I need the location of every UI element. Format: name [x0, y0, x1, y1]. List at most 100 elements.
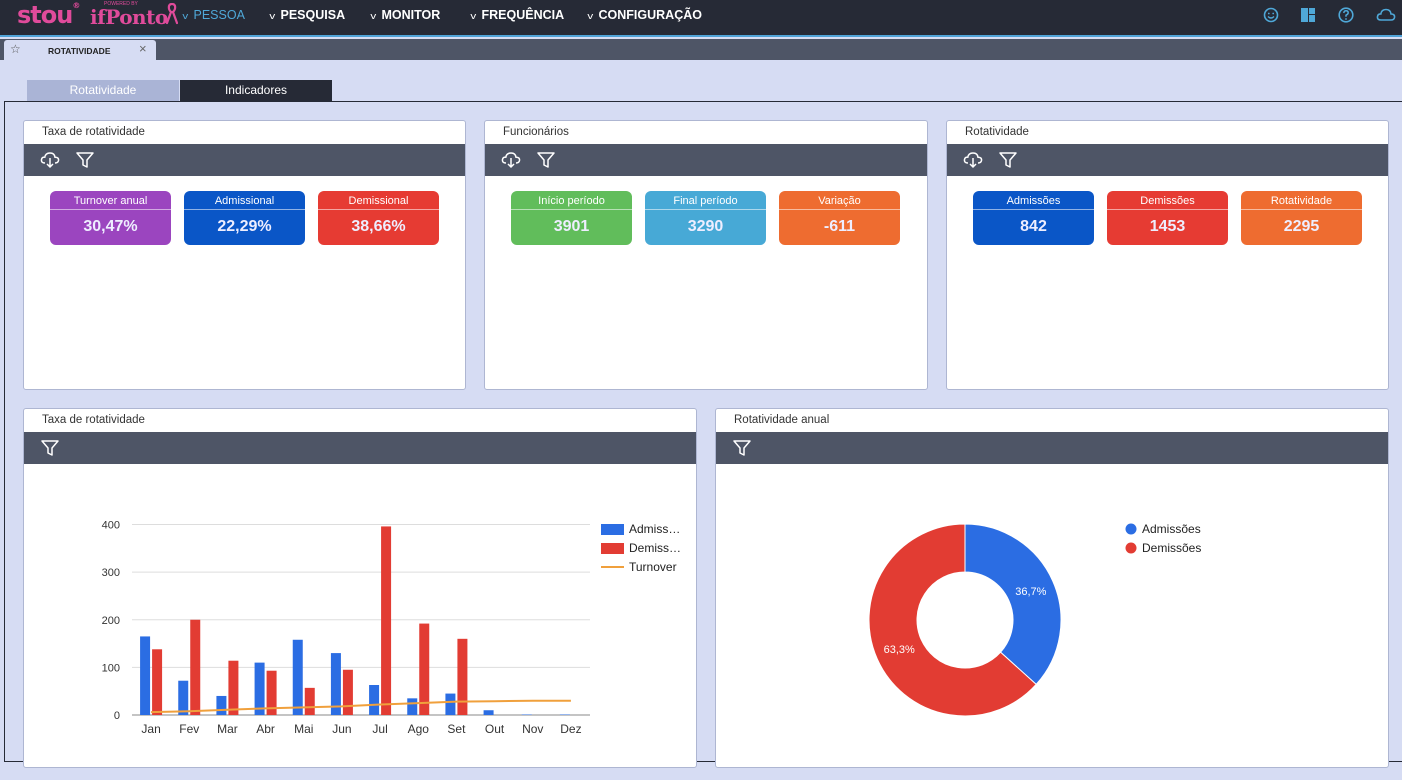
- panel-funcionarios: Funcionários Início período 3901 Final pe…: [484, 120, 928, 390]
- card-final-periodo: Final período 3290: [645, 191, 766, 245]
- card-value: 1453: [1149, 218, 1186, 235]
- chevron-down-icon: v: [269, 11, 276, 21]
- chevron-down-icon: v: [587, 11, 594, 21]
- y-tick-label: 100: [102, 662, 120, 674]
- cloud-icon[interactable]: [1376, 6, 1396, 24]
- panel-title: Taxa de rotatividade: [42, 126, 145, 138]
- nav-pesquisa[interactable]: v PESQUISA: [269, 0, 345, 30]
- nav-configuracao[interactable]: v CONFIGURAÇÃO: [587, 0, 702, 30]
- x-tick-label: Mar: [217, 722, 238, 736]
- chevron-down-icon: v: [470, 11, 477, 21]
- x-tick-label: Abr: [256, 722, 275, 736]
- bar-demissoes: [228, 660, 239, 715]
- nav-label: MONITOR: [381, 8, 441, 22]
- pink-ribbon-icon: [166, 3, 178, 25]
- card-variacao: Variação -611: [779, 191, 900, 245]
- turnover-line: [151, 699, 571, 714]
- card-label: Demissões: [1107, 191, 1228, 210]
- tab-rotatividade[interactable]: ☆ ROTATIVIDADE ×: [4, 40, 156, 60]
- cloud-download-icon[interactable]: [963, 151, 983, 169]
- help-icon[interactable]: [1337, 6, 1355, 24]
- panel-chart-anual: Rotatividade anual 36,7% 63,3% Admissões De…: [715, 408, 1389, 768]
- bar-admissoes: [483, 710, 494, 715]
- chevron-down-icon: v: [370, 11, 377, 21]
- card-label: Início período: [511, 191, 632, 210]
- stou-logo: stou®: [17, 1, 80, 29]
- card-value: 3290: [687, 218, 724, 235]
- slice-label: 36,7%: [1015, 586, 1046, 598]
- x-tick-label: Dez: [560, 722, 581, 736]
- card-value: 3901: [553, 218, 590, 235]
- cloud-download-icon[interactable]: [501, 151, 521, 169]
- panel-toolbar: [24, 144, 465, 176]
- panel-toolbar: [485, 144, 927, 176]
- card-label: Rotatividade: [1241, 191, 1362, 210]
- nav-pessoa[interactable]: v PESSOA: [182, 0, 245, 30]
- subtab-indicadores[interactable]: Indicadores: [180, 80, 332, 101]
- nav-monitor[interactable]: v MONITOR: [370, 0, 441, 30]
- card-label: Variação: [779, 191, 900, 210]
- bar-chart: 0 100 200 300 400 Jan Fev Mar Abr Mai Jun Jul Ago Set…: [102, 520, 681, 736]
- x-tick-label: Fev: [179, 722, 199, 736]
- filter-icon[interactable]: [536, 151, 556, 169]
- x-tick-label: Mai: [294, 722, 313, 736]
- card-value: 842: [1020, 218, 1047, 235]
- panel-title: Taxa de rotatividade: [42, 414, 145, 426]
- bar-demissoes: [190, 619, 201, 715]
- bar-demissoes: [342, 669, 353, 715]
- legend-label: Admissões: [1142, 522, 1201, 536]
- panel-toolbar: [24, 432, 696, 464]
- x-tick-label: Nov: [522, 722, 543, 736]
- bar-demissoes: [304, 687, 315, 715]
- bar-admissoes: [369, 685, 380, 715]
- x-tick-label: Jan: [141, 722, 160, 736]
- tab-label: ROTATIVIDADE: [48, 46, 111, 56]
- filter-icon[interactable]: [732, 439, 752, 457]
- cloud-download-icon[interactable]: [40, 151, 60, 169]
- legend-label: Demiss…: [629, 541, 681, 555]
- document-tab-strip: ☆ ROTATIVIDADE ×: [0, 39, 1402, 60]
- panel-title: Rotatividade anual: [734, 414, 830, 426]
- card-inicio-periodo: Início período 3901: [511, 191, 632, 245]
- subtab-rotatividade[interactable]: Rotatividade: [27, 80, 179, 101]
- ifponto-logo: ifPonto: [90, 5, 168, 29]
- filter-icon[interactable]: [998, 151, 1018, 169]
- dashboard-icon[interactable]: [1299, 6, 1317, 24]
- bar-demissoes: [381, 526, 392, 715]
- legend-swatch: [1125, 523, 1137, 535]
- panel-rotatividade: Rotatividade Admissões 842 Demissões 1453 …: [946, 120, 1389, 390]
- x-tick-label: Set: [447, 722, 466, 736]
- panel-chart-taxa: Taxa de rotatividade 0 100 200 300 400 Jan Fev…: [23, 408, 697, 768]
- card-value: -611: [823, 218, 856, 235]
- card-demissoes: Demissões 1453: [1107, 191, 1228, 245]
- card-label: Demissional: [318, 191, 439, 210]
- smiley-icon[interactable]: [1262, 6, 1280, 24]
- card-admissoes: Admissões 842: [973, 191, 1094, 245]
- bar-demissoes: [152, 649, 163, 715]
- x-tick-label: Jun: [332, 722, 351, 736]
- panel-title: Rotatividade: [965, 126, 1029, 138]
- legend-swatch: [1125, 542, 1137, 554]
- legend-label: Admiss…: [629, 522, 680, 536]
- logo-text: stou: [17, 1, 73, 29]
- close-icon[interactable]: ×: [139, 41, 147, 56]
- bar-demissoes: [419, 623, 430, 715]
- nav-label: CONFIGURAÇÃO: [598, 8, 702, 22]
- slice-label: 63,3%: [884, 644, 915, 656]
- filter-icon[interactable]: [75, 151, 95, 169]
- legend-swatch: [601, 524, 624, 535]
- panel-toolbar: [716, 432, 1388, 464]
- nav-frequencia[interactable]: v FREQUÊNCIA: [470, 0, 565, 30]
- chevron-down-icon: v: [182, 11, 189, 21]
- bar-admissoes: [254, 662, 265, 715]
- slice-admissoes: [964, 523, 1062, 686]
- filter-icon[interactable]: [40, 439, 60, 457]
- bar-admissoes: [140, 636, 151, 715]
- legend-label: Turnover: [629, 560, 677, 574]
- nav-label: FREQUÊNCIA: [481, 8, 565, 22]
- card-label: Turnover anual: [50, 191, 171, 210]
- star-icon[interactable]: ☆: [10, 42, 21, 56]
- bar-admissoes: [292, 639, 303, 715]
- bar-demissoes: [457, 638, 468, 715]
- card-rotatividade: Rotatividade 2295: [1241, 191, 1362, 245]
